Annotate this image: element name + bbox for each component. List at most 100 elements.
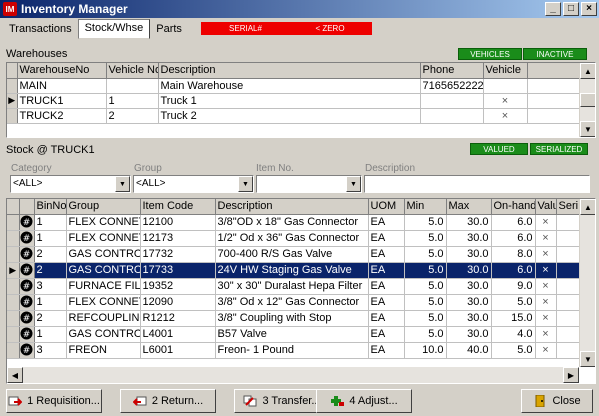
svg-text:#: # [23, 314, 31, 324]
col-phone[interactable]: Phone [420, 63, 484, 79]
description-input[interactable] [364, 175, 590, 193]
vehicles-badge: VEHICLES [458, 48, 522, 60]
table-row[interactable]: TRUCK2 2 Truck 2 × [7, 108, 580, 124]
adjust-button[interactable]: 4 Adjust... [316, 389, 412, 413]
table-row[interactable]: #1FLEX CONNETO121731/2" Od x 36" Gas Con… [7, 230, 580, 247]
zero-flag: < ZERO [288, 22, 372, 35]
stock-scrollbar[interactable]: ▲ ▼ [579, 199, 595, 367]
window-title: Inventory Manager [21, 2, 128, 16]
svg-text:#: # [23, 346, 31, 356]
app-icon: IM [3, 2, 17, 16]
table-row[interactable]: ▶#2GAS CONTROLS1773324V HW Staging Gas V… [7, 262, 580, 279]
scroll-up-icon[interactable]: ▲ [580, 199, 595, 215]
item-badge-icon: # [19, 326, 35, 343]
col-min[interactable]: Min [404, 199, 447, 215]
requisition-button[interactable]: 1 Requisition... [6, 389, 102, 413]
col-uom[interactable]: UOM [368, 199, 405, 215]
scroll-down-icon[interactable]: ▼ [580, 121, 595, 137]
col-vehicle-no[interactable]: Vehicle No [106, 63, 159, 79]
item-badge-icon: # [19, 230, 35, 247]
col-group[interactable]: Group [66, 199, 141, 215]
stock-hscrollbar[interactable]: ◀ ▶ [7, 367, 579, 383]
description-label: Description [365, 163, 416, 174]
close-window-button[interactable]: × [581, 2, 597, 16]
return-icon [132, 395, 147, 407]
item-badge-icon: # [19, 262, 35, 279]
item-no-label: Item No. [256, 163, 294, 174]
adjust-icon [330, 395, 345, 407]
warehouses-grid: WarehouseNo Vehicle No Description Phone… [6, 62, 596, 138]
svg-text:#: # [23, 330, 31, 340]
table-row[interactable]: #2REFCOUPLINGR12123/8" Coupling with Sto… [7, 310, 580, 327]
group-select[interactable]: <ALL> ▼ [133, 175, 254, 193]
table-row[interactable]: ▶ TRUCK1 1 Truck 1 × [7, 93, 580, 109]
row-indicator [7, 310, 20, 327]
return-button[interactable]: 2 Return... [120, 389, 216, 413]
category-select[interactable]: <ALL> ▼ [10, 175, 131, 193]
chevron-down-icon[interactable]: ▼ [115, 176, 130, 192]
svg-text:#: # [23, 234, 31, 244]
maximize-button[interactable]: □ [563, 2, 579, 16]
tab-stock-whse[interactable]: Stock/Whse [77, 19, 151, 39]
item-badge-icon: # [19, 278, 35, 295]
svg-text:#: # [23, 298, 31, 308]
warehouses-header: WarehouseNo Vehicle No Description Phone… [7, 63, 580, 79]
valued-badge: VALUED [470, 143, 528, 155]
item-badge-icon: # [19, 294, 35, 311]
title-bar: IM Inventory Manager _ □ × [0, 0, 599, 18]
col-warehouse-no[interactable]: WarehouseNo [17, 63, 107, 79]
col-serialized[interactable]: Seri [556, 199, 580, 215]
row-indicator [7, 78, 18, 94]
table-row[interactable]: #3FURNACE FILTE1935230" x 30" Duralast H… [7, 278, 580, 295]
col-on-hand[interactable]: On-hand [491, 199, 536, 215]
scroll-right-icon[interactable]: ▶ [563, 367, 579, 383]
group-label: Group [134, 163, 162, 174]
scroll-left-icon[interactable]: ◀ [7, 367, 23, 383]
row-indicator [7, 214, 20, 231]
col-max[interactable]: Max [446, 199, 492, 215]
svg-text:#: # [23, 266, 31, 276]
col-description[interactable]: Description [215, 199, 369, 215]
close-button[interactable]: Close [521, 389, 593, 413]
table-row[interactable]: #1FLEX CONNETO121003/8"OD x 18" Gas Conn… [7, 214, 580, 231]
tab-strip: Transactions Stock/Whse Parts [3, 19, 188, 39]
col-item-code[interactable]: Item Code [140, 199, 216, 215]
svg-text:#: # [23, 218, 31, 228]
warehouses-scrollbar[interactable]: ▲ ▼ [579, 63, 595, 137]
scroll-down-icon[interactable]: ▼ [580, 351, 595, 367]
chevron-down-icon[interactable]: ▼ [238, 176, 253, 192]
table-row[interactable]: #3 FREON L6001 Freon- 1 Pound EA 10.0 40.0 5.0 × [7, 342, 580, 359]
warehouses-title: Warehouses [6, 47, 68, 60]
col-description[interactable]: Description [158, 63, 421, 79]
row-indicator [7, 246, 20, 263]
tab-transactions[interactable]: Transactions [3, 21, 78, 39]
table-row[interactable]: MAIN Main Warehouse 7165652222 [7, 78, 580, 94]
chevron-down-icon[interactable]: ▼ [346, 176, 361, 192]
table-row[interactable]: #2GAS CONTROLS17732700-400 R/S Gas Valve… [7, 246, 580, 263]
window-controls: _ □ × [545, 2, 597, 16]
category-label: Category [11, 163, 52, 174]
scroll-thumb[interactable] [580, 93, 595, 107]
col-valued[interactable]: Valu [535, 199, 557, 215]
scroll-up-icon[interactable]: ▲ [580, 63, 595, 79]
item-badge-icon: # [19, 310, 35, 327]
transfer-icon [243, 395, 257, 407]
door-exit-icon [533, 394, 547, 408]
table-row[interactable]: #1FLEX CONNETO120903/8" Od x 12" Gas Con… [7, 294, 580, 311]
current-row-arrow-icon: ▶ [7, 93, 18, 109]
item-badge-icon: # [19, 246, 35, 263]
col-vehicle[interactable]: Vehicle [483, 63, 528, 79]
minimize-button[interactable]: _ [545, 2, 561, 16]
item-badge-icon: # [19, 342, 35, 359]
item-no-select[interactable]: ▼ [256, 175, 362, 193]
item-badge-icon: # [19, 214, 35, 231]
stock-grid: BinNo Group Item Code Description UOM Mi… [6, 198, 596, 384]
col-bin-no[interactable]: BinNo [34, 199, 67, 215]
row-indicator [7, 294, 20, 311]
requisition-icon [8, 395, 23, 407]
table-row[interactable]: #1GAS CONTROLSL4001B57 ValveEA5.030.04.0… [7, 326, 580, 343]
stock-header: BinNo Group Item Code Description UOM Mi… [7, 199, 580, 215]
svg-text:#: # [23, 250, 31, 260]
row-indicator [7, 326, 20, 343]
tab-parts[interactable]: Parts [150, 21, 188, 39]
